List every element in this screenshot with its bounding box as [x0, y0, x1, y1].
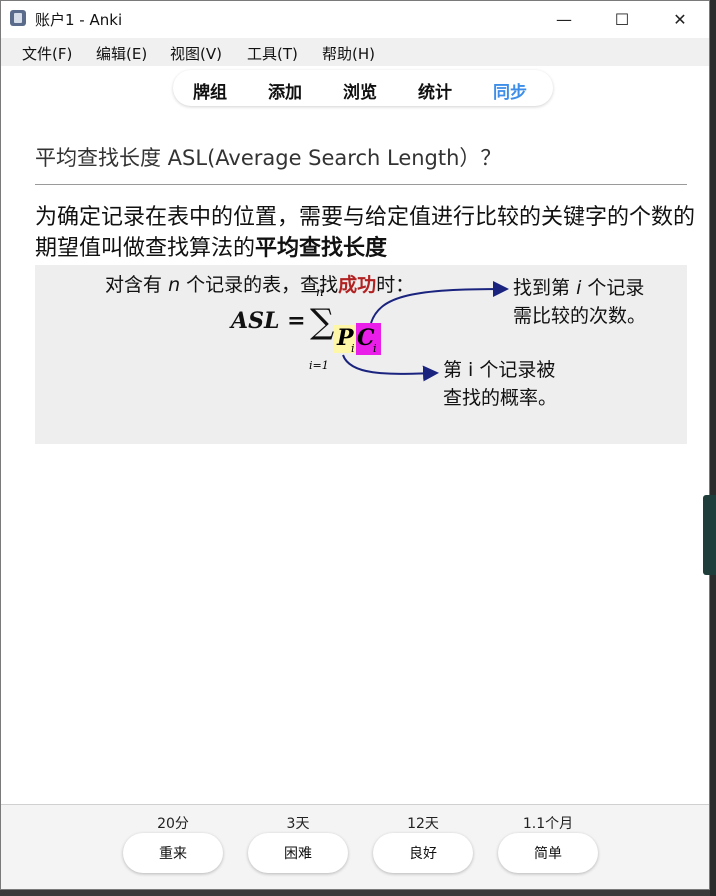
toolbar-decks[interactable]: 牌组: [193, 78, 227, 103]
answer-bold-term: 平均查找长度: [255, 236, 388, 261]
toolbar-stats[interactable]: 统计: [418, 78, 452, 103]
side-handle[interactable]: [703, 495, 716, 575]
ease-easy-interval: 1.1个月: [522, 816, 574, 832]
menu-bar: 文件(F) 编辑(E) 视图(V) 工具(T) 帮助(H): [1, 38, 709, 66]
minimize-button[interactable]: —: [535, 1, 593, 38]
ease-good-interval: 12天: [407, 816, 439, 832]
window-title: 账户1 - Anki: [35, 11, 123, 29]
answer-buttons-bar: 20分 3天 12天 1.1个月 重来 困难 良好 简单: [1, 804, 709, 889]
menu-file[interactable]: 文件(F): [22, 43, 72, 64]
card-question: 平均查找长度 ASL(Average Search Length）？: [35, 146, 502, 170]
toolbar-sync[interactable]: 同步: [493, 78, 527, 103]
menu-view[interactable]: 视图(V): [170, 43, 222, 64]
title-bar[interactable]: 账户1 - Anki — ☐ ✕: [1, 1, 709, 38]
anki-window: 账户1 - Anki — ☐ ✕ 文件(F) 编辑(E) 视图(V) 工具(T)…: [0, 0, 710, 890]
toolbar-browse[interactable]: 浏览: [343, 78, 377, 103]
question-answer-divider: [35, 184, 687, 185]
menu-edit[interactable]: 编辑(E): [96, 43, 147, 64]
p-note-line1: 第 i 个记录被: [443, 359, 556, 381]
hard-button[interactable]: 困难: [248, 833, 348, 873]
toolbar-add[interactable]: 添加: [268, 78, 302, 103]
c-note-line1: 找到第 i 个记录: [513, 277, 645, 299]
menu-help[interactable]: 帮助(H): [322, 43, 375, 64]
ease-hard-interval: 3天: [286, 816, 310, 832]
arrow-to-c-note: [370, 281, 509, 324]
good-button[interactable]: 良好: [373, 833, 473, 873]
card-view: 平均查找长度 ASL(Average Search Length）？ 为确定记录…: [1, 114, 709, 804]
maximize-button[interactable]: ☐: [593, 1, 651, 38]
arrow-to-p-note: [342, 354, 439, 382]
close-button[interactable]: ✕: [651, 1, 709, 38]
again-button[interactable]: 重来: [123, 833, 223, 873]
c-note-line2: 需比较的次数。: [513, 305, 647, 327]
menu-tools[interactable]: 工具(T): [247, 43, 298, 64]
card-answer: 为确定记录在表中的位置，需要与给定值进行比较的关键字的个数的期望值叫做查找算法的…: [35, 202, 695, 264]
p-note-line2: 查找的概率。: [443, 387, 558, 409]
ease-again-interval: 20分: [157, 816, 189, 832]
desktop-background: [710, 0, 716, 896]
main-toolbar: 牌组 添加 浏览 统计 同步: [1, 66, 709, 114]
anki-app-icon: [10, 10, 26, 26]
asl-formula-image: 对含有 n 个记录的表，查找成功时： ASL = ∑ n i=1 P i C i: [35, 265, 687, 444]
easy-button[interactable]: 简单: [498, 833, 598, 873]
